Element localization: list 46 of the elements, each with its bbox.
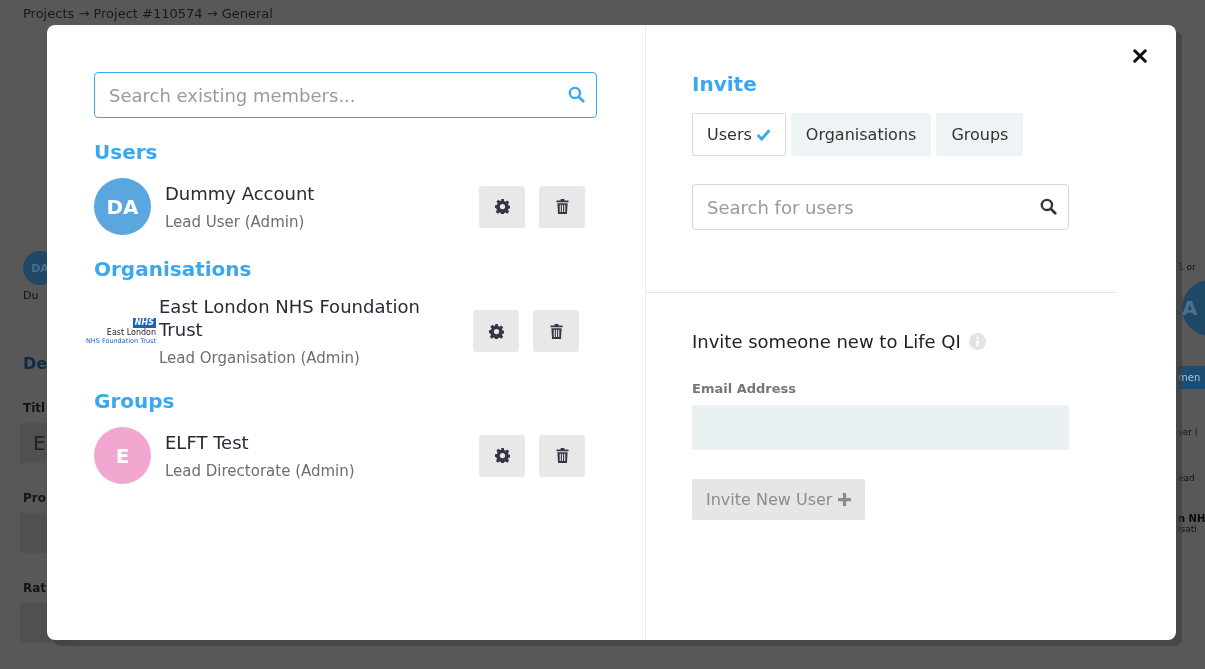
close-button[interactable] — [1133, 49, 1147, 63]
member-role: Lead Organisation (Admin) — [159, 349, 361, 367]
close-icon — [1133, 49, 1147, 63]
breadcrumb: Projects → Project #110574 → General — [22, 5, 274, 23]
member-role: Lead Directorate (Admin) — [165, 462, 356, 480]
search-icon — [1040, 198, 1057, 215]
member-name: Dummy Account — [165, 182, 316, 205]
member-name: ELFT Test — [165, 431, 250, 454]
trash-icon — [555, 199, 569, 214]
avatar: DA — [94, 178, 151, 235]
field-label: Rat — [23, 581, 47, 595]
trash-icon — [549, 323, 563, 339]
delete-button[interactable] — [539, 434, 585, 477]
member-name: n NH — [1178, 513, 1205, 524]
field-label: Pro — [23, 491, 47, 505]
section-heading: Organisations — [94, 257, 253, 281]
info-icon — [968, 333, 986, 350]
member-name: East London NHS Foundation Trust — [159, 295, 421, 341]
invite-tab[interactable]: Users — [692, 113, 786, 156]
section-heading: Groups — [94, 389, 176, 413]
section-heading: Users — [94, 140, 159, 164]
user-search-field[interactable]: Search for users — [692, 184, 1069, 230]
search-icon — [568, 86, 585, 103]
invite-tab[interactable]: Groups — [936, 113, 1024, 156]
delete-button[interactable] — [533, 310, 579, 352]
member-role: Lead User (Admin) — [165, 213, 306, 231]
settings-button[interactable] — [479, 185, 525, 228]
invite-tab[interactable]: Organisations — [790, 113, 932, 156]
members-search-field[interactable]: Search existing members... — [94, 72, 597, 118]
plus-icon — [838, 493, 852, 506]
invite-heading: Invite — [692, 72, 758, 96]
avatar: E — [94, 427, 151, 484]
field-label: Titl — [23, 401, 47, 415]
settings-button[interactable] — [479, 434, 525, 477]
settings-icon — [488, 323, 504, 339]
check-icon — [755, 128, 771, 141]
delete-button[interactable] — [539, 185, 585, 228]
settings-button[interactable] — [473, 310, 519, 352]
section-heading: De — [23, 354, 47, 373]
invite-new-heading: Invite someone new to Life QI — [692, 331, 961, 352]
member-name: Du — [23, 289, 40, 302]
settings-icon — [494, 448, 510, 463]
member-text: ead — [1178, 473, 1196, 483]
trash-icon — [555, 448, 569, 463]
field-label: Email Address — [692, 381, 797, 396]
settings-icon — [494, 199, 510, 214]
